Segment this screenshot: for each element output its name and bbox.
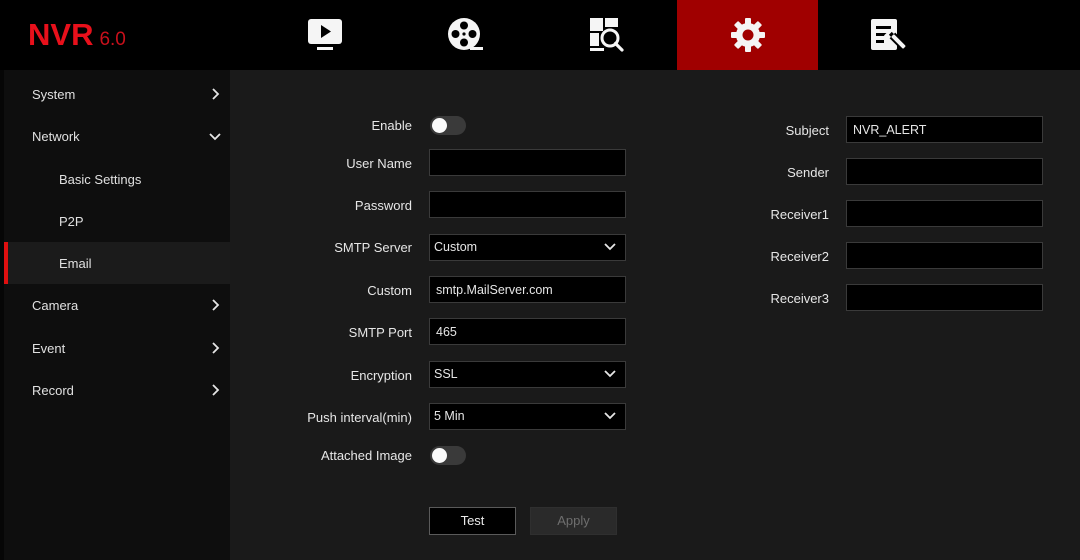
- enable-label: Enable: [371, 118, 412, 133]
- encryption-select[interactable]: SSL: [429, 361, 626, 388]
- maintenance-icon: [870, 19, 907, 51]
- chevron-down-icon: [604, 370, 616, 378]
- sidebar-item-system[interactable]: System: [4, 73, 230, 115]
- playback-icon: [447, 18, 483, 50]
- sidebar-item-label: Event: [32, 340, 66, 356]
- smtp-port-label: SMTP Port: [348, 325, 412, 340]
- chevron-right-icon: [212, 88, 220, 100]
- smtp-server-label: SMTP Server: [334, 240, 412, 255]
- username-label: User Name: [346, 156, 412, 171]
- receiver2-label: Receiver2: [770, 249, 829, 264]
- tab-search[interactable]: [536, 0, 677, 70]
- custom-server-field[interactable]: [429, 276, 626, 303]
- sender-label: Sender: [787, 165, 829, 180]
- chevron-right-icon: [212, 299, 220, 311]
- push-interval-label: Push interval(min): [307, 410, 412, 425]
- tab-maintenance[interactable]: [818, 0, 959, 70]
- attached-image-label: Attached Image: [320, 448, 412, 463]
- search-icon: [589, 18, 624, 52]
- attached-image-toggle[interactable]: [430, 446, 466, 465]
- custom-label: Custom: [367, 283, 412, 298]
- apply-button[interactable]: Apply: [530, 507, 617, 535]
- tab-settings[interactable]: [677, 0, 818, 70]
- smtp-port-field[interactable]: [429, 318, 626, 345]
- sidebar-item-label: Basic Settings: [59, 171, 142, 187]
- password-field[interactable]: [429, 191, 626, 218]
- toggle-knob: [432, 118, 447, 133]
- smtp-server-select[interactable]: Custom: [429, 234, 626, 261]
- sidebar-item-label: Camera: [32, 297, 79, 313]
- encryption-value: SSL: [434, 367, 458, 381]
- top-bar: NVR 6.0: [0, 0, 1080, 70]
- active-indicator: [4, 242, 8, 284]
- nvr-logo: NVR 6.0: [28, 18, 126, 52]
- chevron-right-icon: [212, 384, 220, 396]
- toggle-knob: [432, 448, 447, 463]
- sidebar-item-label: System: [32, 86, 76, 102]
- enable-toggle[interactable]: [430, 116, 466, 135]
- username-field[interactable]: [429, 149, 626, 176]
- tab-playback[interactable]: [395, 0, 536, 70]
- encryption-label: Encryption: [350, 368, 412, 383]
- chevron-down-icon: [604, 412, 616, 420]
- live-view-icon: [307, 19, 342, 50]
- receiver2-field[interactable]: [846, 242, 1043, 269]
- sidebar-item-label: Email: [59, 255, 92, 271]
- sidebar-item-label: Record: [32, 382, 74, 398]
- logo-text: NVR: [28, 17, 94, 52]
- subject-field[interactable]: [846, 116, 1043, 143]
- receiver3-label: Receiver3: [770, 291, 829, 306]
- subject-label: Subject: [785, 123, 829, 138]
- password-label: Password: [354, 198, 412, 213]
- push-interval-value: 5 Min: [434, 409, 465, 423]
- sender-field[interactable]: [846, 158, 1043, 185]
- receiver1-field[interactable]: [846, 200, 1043, 227]
- sidebar-item-label: Network: [32, 128, 80, 144]
- gear-icon: [730, 18, 765, 52]
- tab-live-view[interactable]: [254, 0, 395, 70]
- test-button[interactable]: Test: [429, 507, 516, 535]
- receiver1-label: Receiver1: [770, 207, 829, 222]
- chevron-right-icon: [212, 342, 220, 354]
- receiver3-field[interactable]: [846, 284, 1043, 311]
- push-interval-select[interactable]: 5 Min: [429, 403, 626, 430]
- sidebar-item-label: P2P: [59, 213, 84, 229]
- logo-version: 6.0: [99, 29, 126, 50]
- smtp-server-value: Custom: [434, 240, 478, 254]
